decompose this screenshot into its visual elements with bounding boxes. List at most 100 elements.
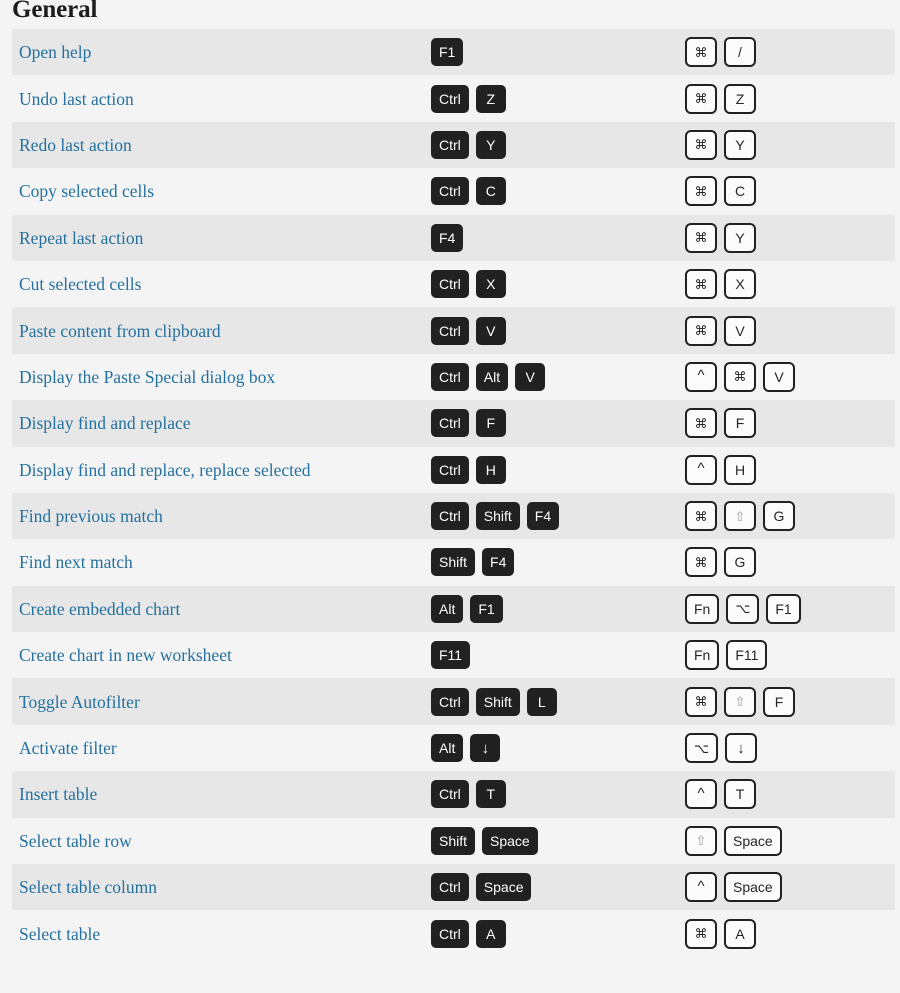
win-x-key: X bbox=[475, 270, 506, 299]
shortcut-description-link[interactable]: Create chart in new worksheet bbox=[12, 645, 427, 665]
shortcut-description-link[interactable]: Insert table bbox=[12, 784, 427, 804]
mac-shortcut-keys: ⌘ A bbox=[677, 918, 895, 949]
description-cell: Display find and replace bbox=[12, 400, 427, 446]
row-right-gutter bbox=[895, 632, 900, 679]
mac-shortcut-keys: Fn F11 bbox=[677, 640, 895, 671]
shortcut-description-link[interactable]: Find next match bbox=[12, 552, 427, 572]
windows-shortcut-keys: Alt F1 bbox=[427, 594, 677, 623]
row-left-gutter bbox=[0, 724, 12, 772]
mac-shortcut-keys: ⌘ F bbox=[677, 408, 895, 439]
shortcut-description-link[interactable]: Select table column bbox=[12, 877, 427, 897]
mac-shortcut-keys: ⌘ ⇧ G bbox=[677, 501, 895, 532]
mac-shortcut-cell: Fn ⌥ F1 bbox=[677, 586, 895, 632]
shortcut-description-link[interactable]: Toggle Autofilter bbox=[12, 692, 427, 712]
mac-command-key: ⌘ bbox=[685, 129, 717, 160]
mac-command-key: ⌘ bbox=[685, 547, 717, 578]
mac-arrow-down-key: ↓ bbox=[724, 733, 757, 764]
win-t-key: T bbox=[475, 780, 506, 809]
win-v-key: V bbox=[475, 316, 506, 345]
mac-shortcut-keys: ⌘ Y bbox=[677, 222, 895, 253]
win-ctrl-key: Ctrl bbox=[431, 919, 469, 948]
windows-shortcut-cell: Alt ↓ bbox=[427, 725, 677, 771]
page-title: General bbox=[12, 0, 98, 23]
mac-f11-key: F11 bbox=[726, 640, 768, 671]
table-row: Display find and replace, replace select… bbox=[0, 446, 900, 493]
row-right-gutter bbox=[895, 771, 900, 818]
shortcut-description-link[interactable]: Cut selected cells bbox=[12, 274, 427, 294]
win-shift-key: Shift bbox=[431, 548, 476, 577]
windows-shortcut-cell: Ctrl C bbox=[427, 168, 677, 214]
win-ctrl-key: Ctrl bbox=[431, 130, 469, 159]
win-shift-key: Shift bbox=[431, 826, 476, 855]
row-left-gutter bbox=[0, 817, 12, 865]
mac-shift-key: ⇧ bbox=[724, 501, 756, 532]
row-left-gutter bbox=[0, 353, 12, 401]
row-left-gutter bbox=[0, 492, 12, 540]
shortcut-description-link[interactable]: Redo last action bbox=[12, 135, 427, 155]
mac-y-key: Y bbox=[724, 129, 756, 160]
row-left-gutter bbox=[0, 446, 12, 493]
table-row: Redo last action Ctrl Y ⌘ Y bbox=[0, 121, 900, 169]
windows-shortcut-cell: Ctrl Y bbox=[427, 122, 677, 168]
mac-c-key: C bbox=[724, 176, 756, 207]
shortcut-description-link[interactable]: Display the Paste Special dialog box bbox=[12, 367, 427, 387]
shortcut-description-link[interactable]: Open help bbox=[12, 42, 427, 62]
shortcut-description-link[interactable]: Select table bbox=[12, 924, 427, 944]
row-right-gutter bbox=[895, 121, 900, 169]
win-y-key: Y bbox=[475, 130, 506, 159]
windows-shortcut-keys: Ctrl X bbox=[427, 270, 677, 299]
shortcut-description-link[interactable]: Create embedded chart bbox=[12, 599, 427, 619]
win-ctrl-key: Ctrl bbox=[431, 270, 469, 299]
table-row: Find next match Shift F4 ⌘ G bbox=[0, 539, 900, 586]
mac-shortcut-cell: Fn F11 bbox=[677, 632, 895, 678]
mac-command-key: ⌘ bbox=[685, 176, 717, 207]
windows-shortcut-cell: Shift F4 bbox=[427, 539, 677, 585]
row-right-gutter bbox=[895, 539, 900, 586]
row-left-gutter bbox=[0, 910, 12, 957]
windows-shortcut-cell: Ctrl A bbox=[427, 910, 677, 956]
shortcut-description-link[interactable]: Find previous match bbox=[12, 506, 427, 526]
windows-shortcut-keys: Ctrl F bbox=[427, 409, 677, 438]
win-ctrl-key: Ctrl bbox=[431, 687, 469, 716]
row-left-gutter bbox=[0, 864, 12, 911]
shortcut-description-link[interactable]: Select table row bbox=[12, 831, 427, 851]
mac-command-key: ⌘ bbox=[724, 361, 756, 392]
windows-shortcut-keys: Ctrl Y bbox=[427, 130, 677, 159]
mac-shortcut-keys: ⌘ X bbox=[677, 269, 895, 300]
mac-shortcut-keys: ⌘ V bbox=[677, 315, 895, 346]
row-left-gutter bbox=[0, 771, 12, 818]
mac-control-key: ^ bbox=[685, 872, 717, 903]
shortcut-description-link[interactable]: Display find and replace bbox=[12, 413, 427, 433]
mac-shortcut-cell: ^ Space bbox=[677, 864, 895, 910]
shortcut-description-link[interactable]: Undo last action bbox=[12, 89, 427, 109]
windows-shortcut-keys: Ctrl A bbox=[427, 919, 677, 948]
windows-shortcut-cell: F1 bbox=[427, 29, 677, 75]
row-left-gutter bbox=[0, 29, 12, 76]
mac-shortcut-cell: ⌘ Y bbox=[677, 122, 895, 168]
mac-shortcut-cell: ⌘ ⇧ G bbox=[677, 493, 895, 539]
description-cell: Redo last action bbox=[12, 122, 427, 168]
table-row: Copy selected cells Ctrl C ⌘ C bbox=[0, 168, 900, 215]
description-cell: Display find and replace, replace select… bbox=[12, 447, 427, 493]
row-left-gutter bbox=[0, 168, 12, 215]
row-right-gutter bbox=[895, 678, 900, 725]
mac-slash-key: / bbox=[724, 37, 756, 68]
win-f4-key: F4 bbox=[431, 223, 464, 252]
row-right-gutter bbox=[895, 260, 900, 308]
windows-shortcut-cell: Ctrl X bbox=[427, 261, 677, 307]
mac-shortcut-cell: ⌘ F bbox=[677, 400, 895, 446]
shortcut-description-link[interactable]: Copy selected cells bbox=[12, 181, 427, 201]
mac-shortcut-keys: ⌘ ⇧ F bbox=[677, 686, 895, 717]
shortcut-description-link[interactable]: Display find and replace, replace select… bbox=[12, 460, 427, 480]
shortcut-description-link[interactable]: Repeat last action bbox=[12, 228, 427, 248]
shortcut-description-link[interactable]: Activate filter bbox=[12, 738, 427, 758]
mac-f1-key: F1 bbox=[766, 593, 801, 624]
row-right-gutter bbox=[895, 214, 900, 261]
mac-fn-key: Fn bbox=[685, 593, 720, 624]
windows-shortcut-keys: Ctrl H bbox=[427, 455, 677, 484]
win-f1-key: F1 bbox=[431, 38, 464, 67]
shortcut-description-link[interactable]: Paste content from clipboard bbox=[12, 321, 427, 341]
row-left-gutter bbox=[0, 678, 12, 725]
windows-shortcut-cell: Ctrl T bbox=[427, 771, 677, 817]
windows-shortcut-cell: Ctrl V bbox=[427, 307, 677, 353]
